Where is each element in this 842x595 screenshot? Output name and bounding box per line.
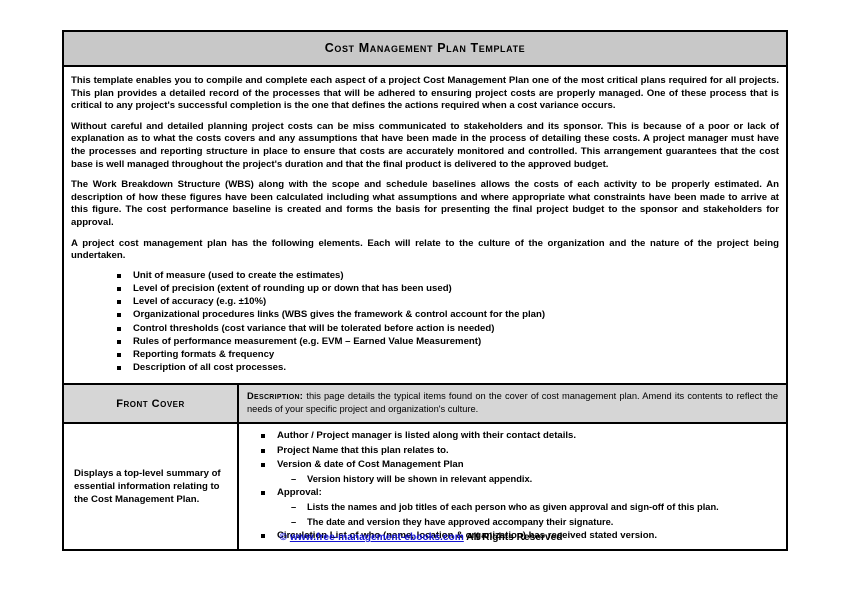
list-item: Level of accuracy (e.g. ±10%)	[117, 295, 779, 308]
website-link[interactable]: www.free-management-ebooks.com	[290, 532, 464, 543]
paragraph-3: The Work Breakdown Structure (WBS) along…	[71, 179, 779, 228]
list-item: Level of precision (extent of rounding u…	[117, 282, 779, 295]
list-item-label: Project Name that this plan relates to.	[277, 444, 449, 456]
front-cover-label-cell: Front Cover	[64, 385, 239, 425]
front-cover-details-list: Author / Project manager is listed along…	[247, 429, 778, 543]
front-cover-details-cell: Author / Project manager is listed along…	[237, 422, 786, 549]
cost-management-plan-table: Cost Management Plan Template This templ…	[62, 30, 788, 551]
sub-list: Version history will be shown in relevan…	[277, 472, 778, 486]
details-block: Author / Project manager is listed along…	[239, 424, 786, 549]
list-item: Unit of measure (used to create the esti…	[117, 269, 779, 282]
summary-text: Displays a top-level summary of essentia…	[74, 467, 221, 506]
list-item: Project Name that this plan relates to.	[261, 444, 778, 458]
sub-list-item: Version history will be shown in relevan…	[291, 472, 778, 486]
front-cover-table: Front Cover Description: this page detai…	[64, 385, 786, 549]
table-row: Displays a top-level summary of essentia…	[64, 422, 786, 549]
intro-body-cell: This template enables you to compile and…	[64, 67, 786, 386]
list-item: Control thresholds (cost variance that w…	[117, 322, 779, 335]
front-cover-description-cell: Description: this page details the typic…	[237, 385, 786, 425]
rights-text: All Rights Reserved	[466, 532, 563, 543]
copyright-symbol: ©	[279, 532, 287, 543]
list-item: Organizational procedures links (WBS giv…	[117, 308, 779, 321]
paragraph-4: A project cost management plan has the f…	[71, 237, 779, 262]
list-item: Version & date of Cost Management Plan V…	[261, 458, 778, 486]
sub-list-item: The date and version they have approved …	[291, 515, 778, 529]
description-text-block: Description: this page details the typic…	[239, 385, 786, 422]
paragraph-2: Without careful and detailed planning pr…	[71, 120, 779, 170]
plan-elements-list: Unit of measure (used to create the esti…	[71, 269, 779, 375]
document-page: Cost Management Plan Template This templ…	[0, 0, 842, 595]
paragraph-1: This template enables you to compile and…	[71, 75, 779, 112]
list-item: Approval: Lists the names and job titles…	[261, 486, 778, 529]
section-label: Front Cover	[116, 397, 185, 410]
sub-list-item: Lists the names and job titles of each p…	[291, 500, 778, 514]
description-keyword: Description:	[247, 391, 304, 402]
document-title-bar: Cost Management Plan Template	[64, 32, 786, 67]
list-item-label: Version & date of Cost Management Plan	[277, 458, 464, 470]
page-footer: © www.free-management-ebooks.com All Rig…	[0, 532, 842, 543]
table-row: Front Cover Description: this page detai…	[64, 385, 786, 425]
sub-list: Lists the names and job titles of each p…	[277, 500, 778, 529]
list-item: Rules of performance measurement (e.g. E…	[117, 335, 779, 348]
list-item: Author / Project manager is listed along…	[261, 429, 778, 443]
page-title: Cost Management Plan Template	[324, 41, 526, 55]
list-item: Reporting formats & frequency	[117, 348, 779, 361]
list-item: Description of all cost processes.	[117, 361, 779, 374]
description-body: this page details the typical items foun…	[247, 391, 778, 415]
list-item-label: Approval:	[277, 487, 322, 499]
list-item-label: Author / Project manager is listed along…	[277, 430, 577, 442]
front-cover-summary-cell: Displays a top-level summary of essentia…	[64, 422, 239, 549]
